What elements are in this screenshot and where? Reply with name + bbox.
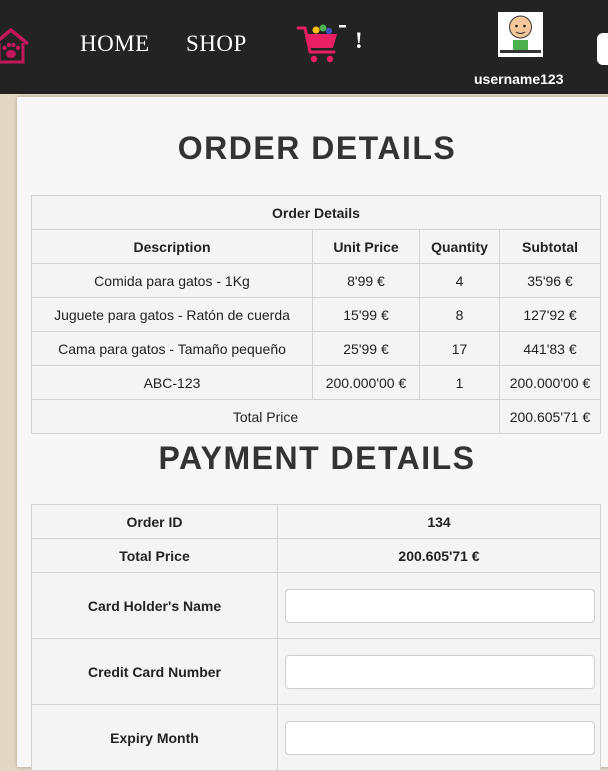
table-row: Comida para gatos - 1Kg 8'99 € 4 35'96 € [31, 263, 601, 298]
table-row: Juguete para gatos - Ratón de cuerda 15'… [31, 297, 601, 332]
cell-unit-price: 200.000'00 € [312, 365, 420, 400]
expiry-month-input[interactable] [285, 720, 595, 755]
cell-subtotal: 441'83 € [499, 331, 601, 366]
cell-unit-price: 15'99 € [312, 297, 420, 332]
total-row: Total Price 200.605'71 € [31, 399, 601, 434]
cell-subtotal: 200.000'00 € [499, 365, 601, 400]
shopping-cart-icon[interactable] [296, 22, 348, 66]
order-details-table: Order Details Description Unit Price Qua… [31, 195, 601, 434]
table-row: ABC-123 200.000'00 € 1 200.000'00 € [31, 365, 601, 400]
paw-house-icon[interactable] [0, 26, 30, 66]
total-price-value: 200.605'71 € [499, 399, 601, 434]
user-avatar[interactable] [498, 12, 543, 57]
col-header-unit-price: Unit Price [312, 229, 420, 264]
order-details-heading: ORDER DETAILS [177, 130, 457, 166]
cell-description: Cama para gatos - Tamaño pequeño [31, 331, 313, 366]
cell-subtotal: 127'92 € [499, 297, 601, 332]
top-navbar: HOME SHOP ! username123 [0, 0, 608, 94]
col-header-quantity: Quantity [419, 229, 500, 264]
nav-shop-link[interactable]: SHOP [186, 31, 247, 57]
cart-count-badge: ! [355, 28, 363, 53]
order-table-caption: Order Details [31, 195, 601, 230]
order-id-label: Order ID [31, 504, 278, 539]
col-header-subtotal: Subtotal [499, 229, 601, 264]
expiry-month-cell [277, 704, 601, 771]
card-number-cell [277, 638, 601, 705]
card-holder-name-input[interactable] [285, 588, 595, 623]
search-box-edge[interactable] [597, 33, 608, 65]
cell-quantity: 1 [419, 365, 500, 400]
cell-quantity: 8 [419, 297, 500, 332]
cell-unit-price: 25'99 € [312, 331, 420, 366]
cell-subtotal: 35'96 € [499, 263, 601, 298]
nav-home-link[interactable]: HOME [80, 31, 150, 57]
payment-details-table: Order ID 134 Total Price 200.605'71 € Ca… [31, 504, 601, 771]
payment-total-label: Total Price [31, 538, 278, 573]
cell-quantity: 4 [419, 263, 500, 298]
credit-card-number-input[interactable] [285, 654, 595, 689]
order-id-value: 134 [277, 504, 601, 539]
card-holder-label: Card Holder's Name [31, 572, 278, 639]
cell-unit-price: 8'99 € [312, 263, 420, 298]
col-header-description: Description [31, 229, 313, 264]
cell-description: Juguete para gatos - Ratón de cuerda [31, 297, 313, 332]
avatar-image [498, 12, 543, 57]
cell-description: Comida para gatos - 1Kg [31, 263, 313, 298]
total-price-label: Total Price [31, 399, 500, 434]
cell-description: ABC-123 [31, 365, 313, 400]
payment-total-value: 200.605'71 € [277, 538, 601, 573]
cell-quantity: 17 [419, 331, 500, 366]
username-label[interactable]: username123 [474, 71, 564, 87]
expiry-month-label: Expiry Month [31, 704, 278, 771]
card-holder-cell [277, 572, 601, 639]
payment-details-heading: PAYMENT DETAILS [158, 440, 476, 476]
table-row: Cama para gatos - Tamaño pequeño 25'99 €… [31, 331, 601, 366]
card-number-label: Credit Card Number [31, 638, 278, 705]
